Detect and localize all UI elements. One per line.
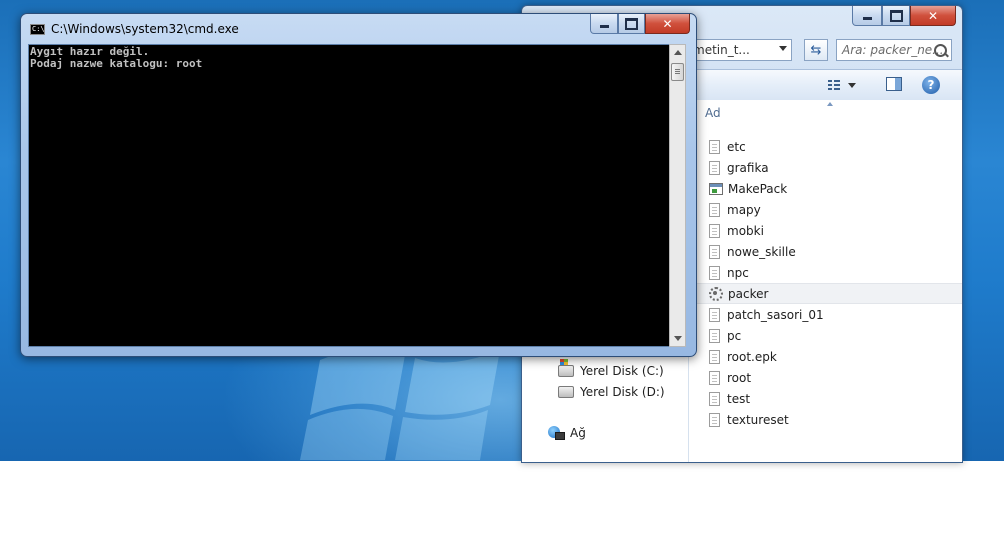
file-row[interactable]: textureset (689, 409, 962, 430)
file-rows: etc grafika MakePack mapy mobki nowe_skillenp… (689, 136, 962, 430)
file-row[interactable]: npc (689, 262, 962, 283)
file-name: mapy (727, 202, 761, 217)
gear-file-icon (709, 286, 723, 301)
file-row[interactable]: patch_sasori_01 (689, 304, 962, 325)
column-header-name[interactable]: Ad (705, 106, 721, 120)
file-icon (709, 412, 720, 427)
file-row[interactable]: mobki (689, 220, 962, 241)
console-output: Aygıt hazır değil. Podaj nazwe katalogu: … (30, 46, 202, 70)
file-name: mobki (727, 223, 764, 238)
file-name: grafika (727, 160, 769, 175)
file-name: root (727, 370, 752, 385)
help-icon: ? (927, 78, 935, 92)
close-icon: ✕ (927, 8, 939, 23)
file-name: test (727, 391, 751, 406)
drive-icon (558, 386, 574, 398)
maximize-icon (625, 17, 638, 30)
maximize-icon (889, 9, 903, 22)
file-row[interactable]: etc (689, 136, 962, 157)
file-name: packer (728, 286, 769, 301)
window-title: C:\Windows\system32\cmd.exe (51, 22, 239, 36)
file-row[interactable]: mapy (689, 199, 962, 220)
file-name: pc (727, 328, 742, 343)
scroll-down-arrow-icon[interactable] (674, 336, 682, 341)
chevron-down-icon[interactable] (779, 46, 787, 51)
minimize-icon (862, 17, 872, 20)
network-icon (548, 426, 565, 440)
scrollbar-thumb[interactable] (671, 63, 684, 81)
system-drive-icon (558, 359, 574, 377)
file-icon (709, 202, 720, 217)
cmd-titlebar[interactable]: C:\ C:\Windows\system32\cmd.exe ✕ (21, 14, 696, 44)
cmd-maximize-button[interactable] (618, 14, 645, 34)
console-area[interactable]: Aygıt hazır değil. Podaj nazwe katalogu: … (28, 44, 676, 347)
file-row[interactable]: packer (689, 283, 962, 304)
app-icon (709, 182, 723, 195)
file-name: MakePack (728, 181, 788, 196)
cmd-close-button[interactable]: ✕ (645, 14, 690, 34)
file-name: nowe_skille (727, 244, 796, 259)
explorer-close-button[interactable]: ✕ (910, 6, 956, 26)
chevron-down-icon (848, 82, 856, 88)
file-name: npc (727, 265, 749, 280)
file-row[interactable]: pc (689, 325, 962, 346)
file-row[interactable]: grafika (689, 157, 962, 178)
file-row[interactable]: root (689, 367, 962, 388)
explorer-maximize-button[interactable] (882, 6, 910, 26)
file-list: Ad etc grafika MakePack mapy mobki nowe_skill… (689, 100, 962, 462)
minimize-icon (599, 25, 609, 28)
help-button[interactable]: ? (922, 76, 940, 94)
file-icon (709, 307, 720, 322)
file-row[interactable]: MakePack (689, 178, 962, 199)
explorer-caption-buttons: ✕ (852, 6, 956, 26)
file-icon (709, 328, 720, 343)
search-icon[interactable] (934, 44, 947, 57)
blank-area (0, 461, 1004, 540)
file-icon (709, 391, 720, 406)
scroll-up-arrow-icon[interactable] (674, 50, 682, 55)
file-row[interactable]: root.epk (689, 346, 962, 367)
nav-item-label: Yerel Disk (D:) (580, 385, 665, 399)
file-name: etc (727, 139, 746, 154)
address-text: metin_t... (693, 43, 750, 57)
nav-item-label: Ağ (570, 426, 586, 440)
cmd-window[interactable]: C:\ C:\Windows\system32\cmd.exe ✕ Aygıt … (20, 13, 697, 357)
file-icon (709, 160, 720, 175)
cmd-minimize-button[interactable] (590, 14, 618, 34)
nav-item-label: Yerel Disk (C:) (580, 364, 664, 378)
file-icon (709, 265, 720, 280)
preview-pane-button[interactable] (886, 77, 902, 91)
file-name: textureset (727, 412, 789, 427)
refresh-button[interactable]: ⇆ (804, 39, 828, 61)
nav-item-drive-d[interactable]: Yerel Disk (D:) (558, 383, 665, 401)
file-icon (709, 349, 720, 364)
view-details-icon (828, 80, 840, 90)
console-line: Podaj nazwe katalogu: root (30, 57, 203, 70)
cmd-caption-buttons: ✕ (590, 14, 690, 34)
search-input[interactable]: Ara: packer_ne... (836, 39, 952, 61)
file-name: patch_sasori_01 (727, 307, 824, 322)
file-icon (709, 139, 720, 154)
nav-item-network[interactable]: Ağ (548, 424, 586, 442)
search-placeholder: Ara: packer_ne... (842, 43, 944, 57)
file-icon (709, 370, 720, 385)
console-scrollbar[interactable] (669, 44, 686, 347)
file-icon (709, 244, 720, 259)
file-row[interactable]: nowe_skille (689, 241, 962, 262)
sort-arrow-icon (827, 102, 833, 106)
file-name: root.epk (727, 349, 777, 364)
refresh-icon: ⇆ (810, 42, 822, 58)
close-icon: ✕ (662, 16, 673, 31)
file-icon (709, 223, 720, 238)
cmd-icon[interactable]: C:\ (30, 24, 45, 35)
file-row[interactable]: test (689, 388, 962, 409)
nav-item-drive-c[interactable]: Yerel Disk (C:) (558, 359, 664, 380)
change-view-button[interactable] (828, 77, 868, 93)
explorer-minimize-button[interactable] (852, 6, 882, 26)
